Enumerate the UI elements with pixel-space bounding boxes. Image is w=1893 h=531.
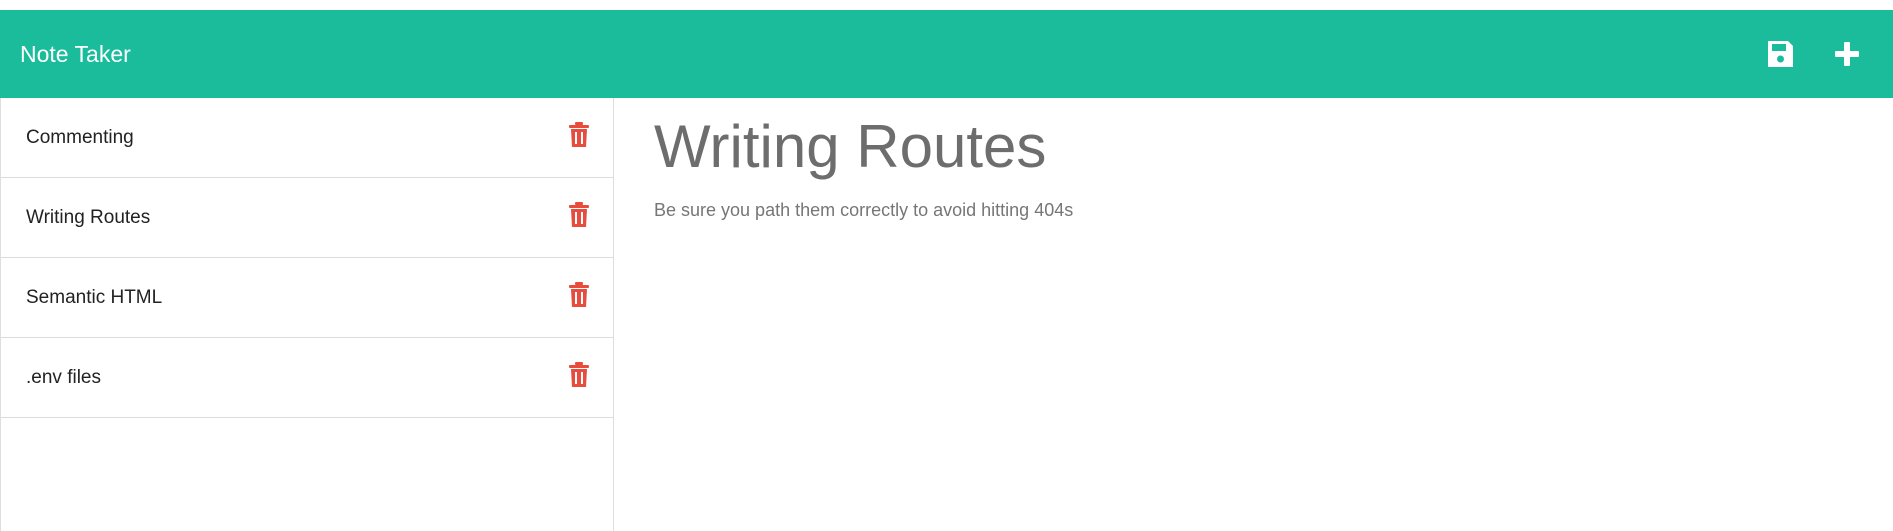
note-title-input[interactable]: Writing Routes [654,114,1046,180]
app-title[interactable]: Note Taker [20,40,131,68]
trash-icon[interactable] [567,202,591,228]
trash-icon[interactable] [567,282,591,308]
new-note-button[interactable] [1830,37,1864,71]
save-note-button[interactable] [1763,37,1797,71]
list-item[interactable]: .env files [1,338,613,418]
note-text-area[interactable]: Be sure you path them correctly to avoid… [654,198,1073,222]
list-item[interactable]: Semantic HTML [1,258,613,338]
top-strip [0,0,1893,10]
navbar: Note Taker [0,10,1893,98]
trash-icon[interactable] [567,362,591,388]
notes-list: Commenting Writing Routes Semantic HTML [0,98,614,531]
note-title-label: .env files [26,367,101,388]
trash-icon[interactable] [567,122,591,148]
note-title-label: Commenting [26,127,134,148]
list-item[interactable]: Writing Routes [1,178,613,258]
list-item[interactable]: Commenting [1,98,613,178]
plus-icon [1835,42,1859,66]
note-title-label: Semantic HTML [26,287,163,308]
save-icon [1768,41,1793,67]
note-title-label: Writing Routes [26,207,151,228]
note-editor: Writing Routes Be sure you path them cor… [614,98,1893,531]
